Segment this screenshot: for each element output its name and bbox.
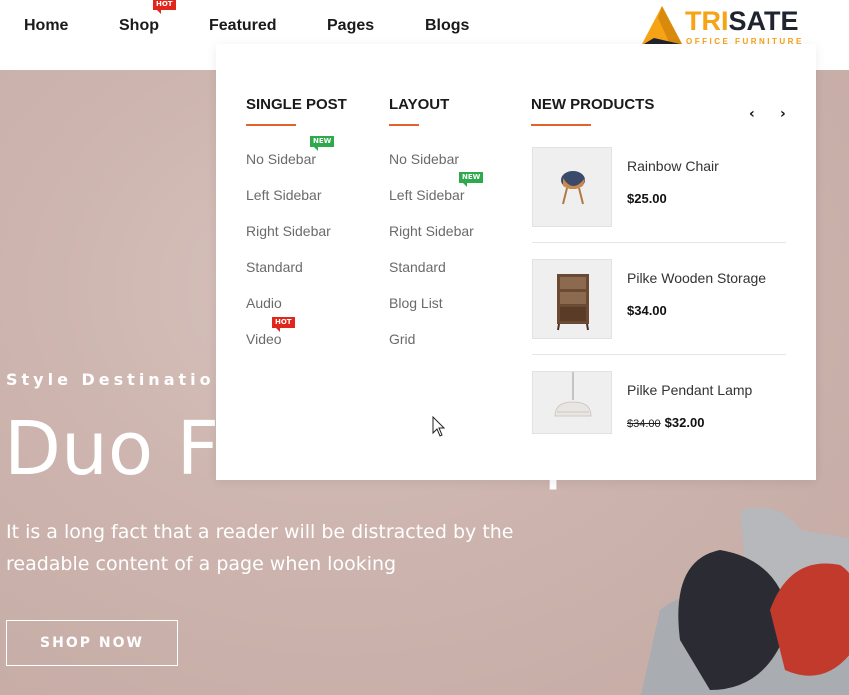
single-post-left-sidebar-link[interactable]: Left Sidebar bbox=[246, 187, 322, 203]
nav-featured[interactable]: Featured bbox=[209, 17, 277, 35]
product-image-pendant-lamp[interactable] bbox=[532, 371, 612, 434]
layout-right-sidebar-link[interactable]: Right Sidebar bbox=[389, 223, 474, 239]
new-badge: NEW bbox=[310, 136, 335, 151]
lamp-icon bbox=[554, 372, 592, 417]
new-products-heading: NEW PRODUCTS bbox=[531, 96, 655, 113]
hot-badge: HOT bbox=[153, 0, 176, 14]
layout-no-sidebar-link[interactable]: No Sidebar bbox=[389, 151, 459, 167]
single-post-audio-link[interactable]: Audio bbox=[246, 295, 282, 311]
product-price: $34.00 $32.00 bbox=[627, 415, 704, 430]
product-name[interactable]: Pilke Pendant Lamp bbox=[627, 382, 752, 398]
layout-heading: LAYOUT bbox=[389, 96, 450, 113]
nav-blogs[interactable]: Blogs bbox=[425, 17, 469, 35]
layout-blog-list-link[interactable]: Blog List bbox=[389, 295, 443, 311]
heading-underline bbox=[531, 124, 591, 126]
chevron-right-icon[interactable]: › bbox=[780, 106, 786, 122]
nav-shop[interactable]: Shop bbox=[119, 17, 159, 35]
hero-subtitle: Style Destination bbox=[6, 370, 230, 389]
new-badge: NEW bbox=[459, 172, 484, 187]
logo-triangle-icon bbox=[642, 6, 682, 44]
chevron-left-icon[interactable]: ‹ bbox=[749, 106, 755, 122]
mouse-cursor-icon bbox=[432, 416, 446, 437]
product-price: $25.00 bbox=[627, 191, 667, 206]
product-image-wooden-storage[interactable] bbox=[532, 259, 612, 339]
product-divider bbox=[532, 354, 786, 355]
product-image-rainbow-chair[interactable] bbox=[532, 147, 612, 227]
nav-pages[interactable]: Pages bbox=[327, 17, 374, 35]
shop-now-button[interactable]: SHOP NOW bbox=[6, 620, 178, 666]
sofa-image bbox=[641, 507, 849, 695]
logo-wordmark: TRISATE bbox=[685, 6, 799, 36]
product-name[interactable]: Rainbow Chair bbox=[627, 158, 719, 174]
layout-standard-link[interactable]: Standard bbox=[389, 259, 446, 275]
layout-grid-link[interactable]: Grid bbox=[389, 331, 415, 347]
nav-home[interactable]: Home bbox=[24, 17, 68, 35]
single-post-no-sidebar-link[interactable]: No Sidebar bbox=[246, 151, 316, 167]
sale-price: $32.00 bbox=[664, 415, 705, 430]
logo[interactable]: TRISATE OFFICE FURNITURE bbox=[640, 4, 825, 48]
single-post-heading: SINGLE POST bbox=[246, 96, 347, 113]
product-price: $34.00 bbox=[627, 303, 667, 318]
blog-mega-menu: SINGLE POST No Sidebar NEW Left Sidebar … bbox=[216, 44, 816, 480]
old-price: $34.00 bbox=[627, 418, 661, 430]
hot-badge: HOT bbox=[272, 317, 295, 332]
heading-underline bbox=[246, 124, 296, 126]
hero-description: It is a long fact that a reader will be … bbox=[6, 521, 514, 575]
product-divider bbox=[532, 242, 786, 243]
shelf-icon bbox=[557, 274, 589, 331]
heading-underline bbox=[389, 124, 419, 126]
chair-icon bbox=[561, 171, 585, 205]
layout-left-sidebar-link[interactable]: Left Sidebar bbox=[389, 187, 465, 203]
single-post-right-sidebar-link[interactable]: Right Sidebar bbox=[246, 223, 331, 239]
single-post-video-link[interactable]: Video bbox=[246, 331, 282, 347]
product-name[interactable]: Pilke Wooden Storage bbox=[627, 270, 766, 286]
single-post-standard-link[interactable]: Standard bbox=[246, 259, 303, 275]
